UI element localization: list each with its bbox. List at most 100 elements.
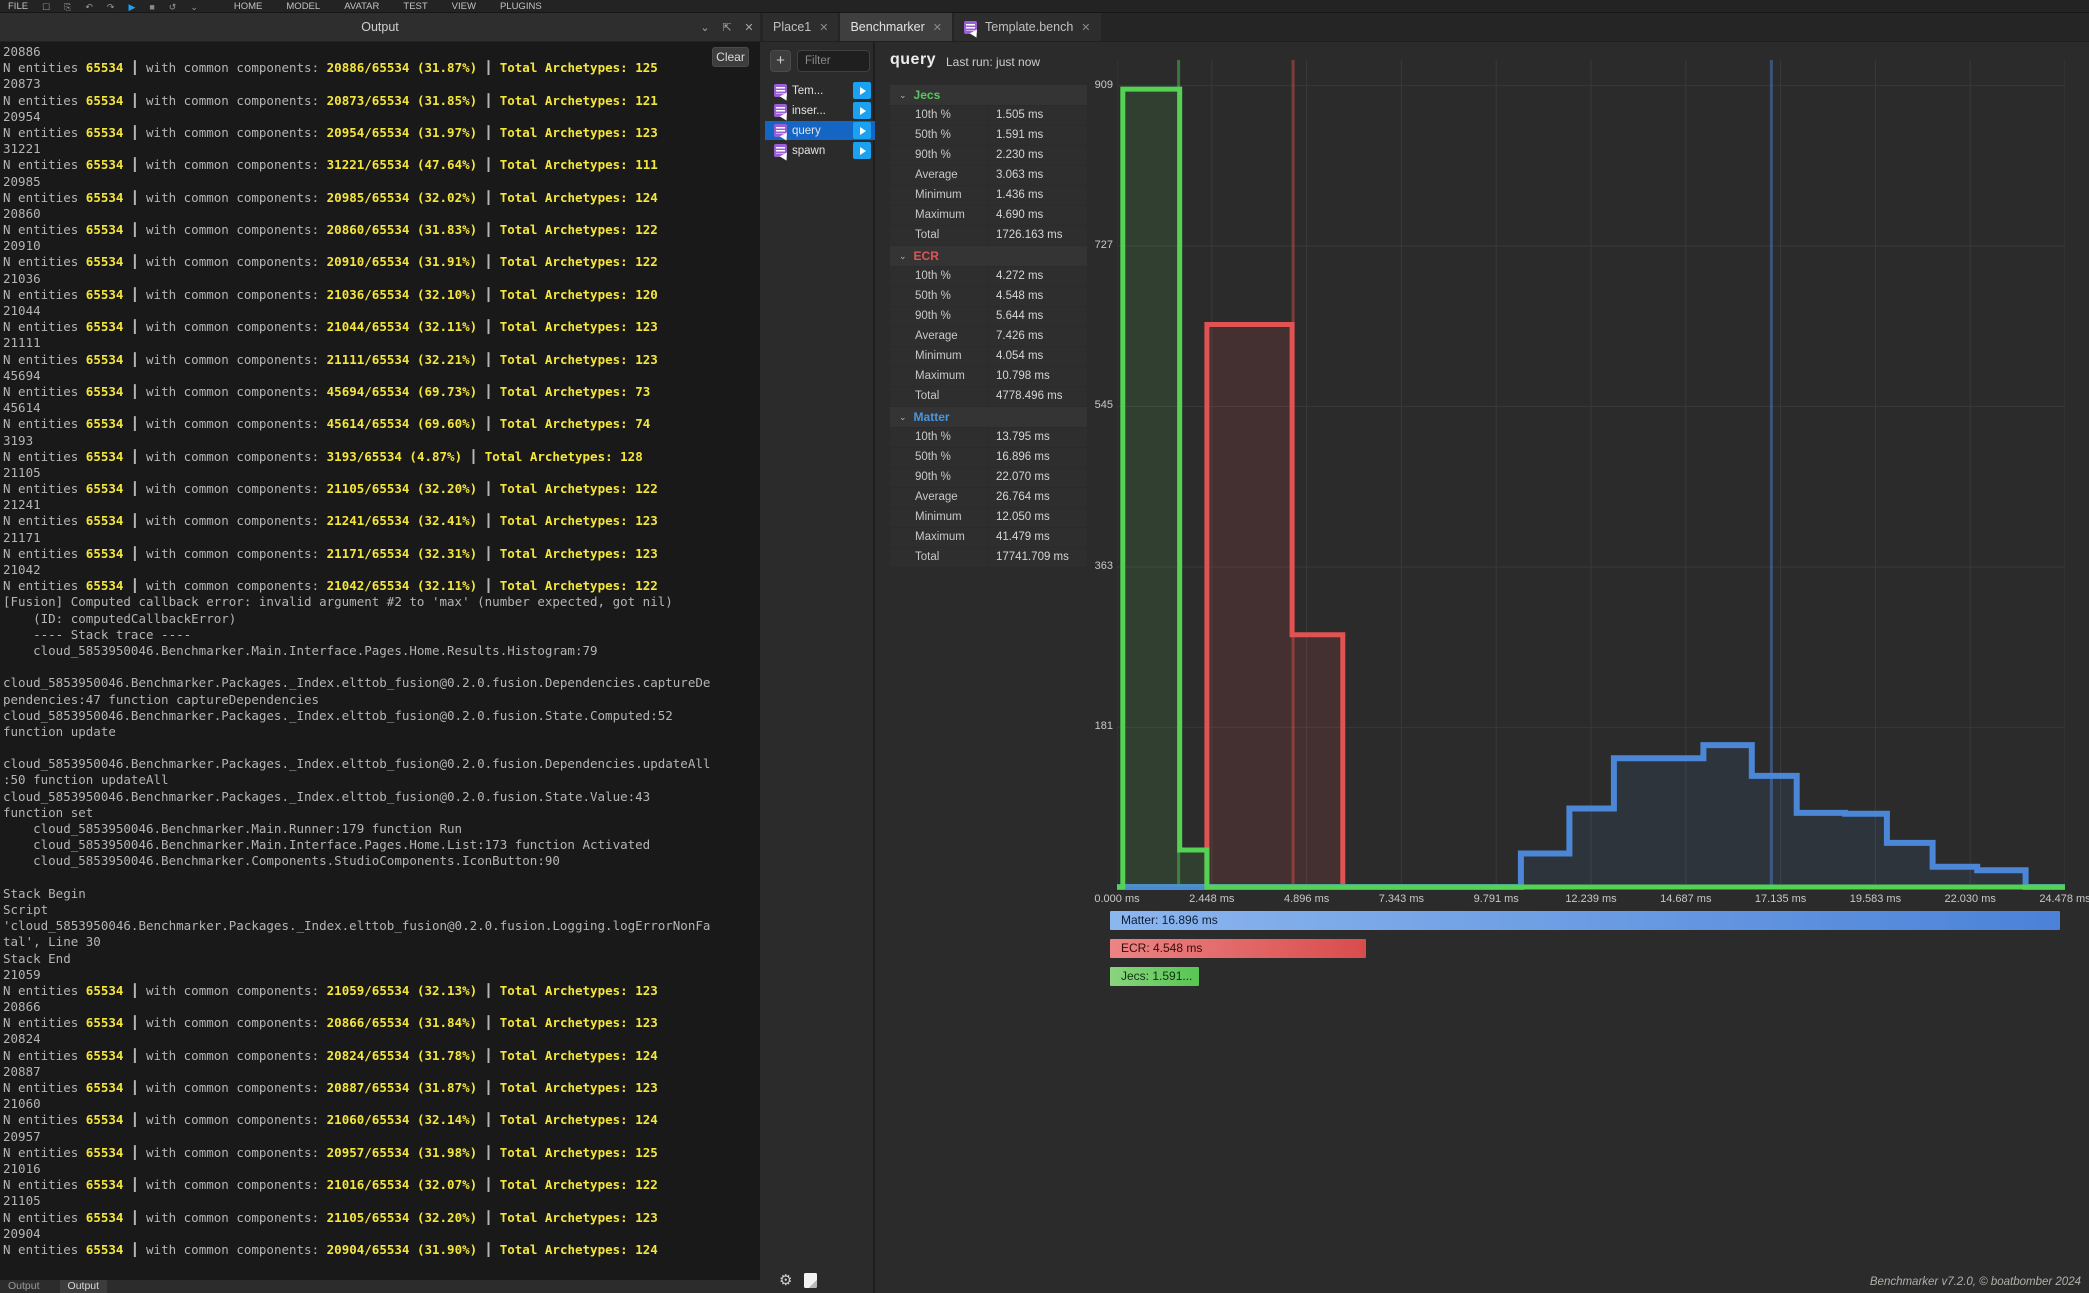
ribbon-tabs: HOME MODEL AVATAR TEST VIEW PLUGINS — [234, 1, 542, 12]
stats-section-header-matter[interactable]: ⌄Matter — [890, 407, 1087, 427]
paste-icon[interactable]: ⎘ — [64, 2, 71, 12]
output-footer-tab-0[interactable]: Output — [0, 1280, 48, 1293]
console-line: N entities 65534 ┃ with common component… — [3, 319, 760, 335]
x-tick-label: 2.448 ms — [1177, 893, 1247, 905]
console-error-line — [3, 740, 760, 756]
ribbon-tab-home[interactable]: HOME — [234, 1, 263, 12]
console-line: N entities 65534 ┃ with common component… — [3, 190, 760, 206]
x-tick-label: 17.135 ms — [1746, 893, 1816, 905]
tab-template-bench[interactable]: Template.bench ✕ — [954, 13, 1100, 41]
console-line: N entities 65534 ┃ with common component… — [3, 513, 760, 529]
filter-input[interactable] — [797, 50, 870, 72]
ribbon-tab-view[interactable]: VIEW — [452, 1, 476, 12]
x-tick-label: 12.239 ms — [1556, 893, 1626, 905]
stat-row: Minimum4.054 ms — [890, 347, 1087, 366]
console-error-line: cloud_5853950046.Benchmarker.Packages._I… — [3, 756, 760, 772]
benchmark-item-query[interactable]: query — [765, 121, 875, 140]
console-line: 21111 — [3, 335, 760, 351]
y-tick-label: 545 — [1073, 399, 1113, 411]
stat-row: 50th %16.896 ms — [890, 448, 1087, 467]
script-icon — [774, 144, 787, 157]
ribbon-tab-plugins[interactable]: PLUGINS — [500, 1, 542, 12]
stats-section-header-ecr[interactable]: ⌄ECR — [890, 246, 1087, 266]
dropdown-icon[interactable]: ⌄ — [190, 2, 198, 12]
console-line: 21044 — [3, 303, 760, 319]
ribbon-tab-model[interactable]: MODEL — [286, 1, 320, 12]
undo-icon[interactable]: ↶ — [85, 2, 93, 12]
console-line: N entities 65534 ┃ with common component… — [3, 546, 760, 562]
stat-label: 90th % — [890, 307, 987, 326]
stat-value: 16.896 ms — [988, 448, 1087, 467]
redo-icon[interactable]: ↷ — [107, 2, 115, 12]
console-error-line: (ID: computedCallbackError) — [3, 611, 760, 627]
stat-label: Maximum — [890, 367, 987, 386]
play-icon[interactable]: ▶ — [128, 2, 135, 12]
stat-value: 4.272 ms — [988, 267, 1087, 286]
settings-gear-icon[interactable]: ⚙ — [779, 1271, 792, 1289]
file-menu[interactable]: FILE — [8, 1, 28, 12]
close-icon[interactable]: ✕ — [933, 21, 942, 34]
clear-button[interactable]: Clear — [712, 47, 749, 67]
stat-label: Total — [890, 548, 987, 567]
stat-value: 10.798 ms — [988, 367, 1087, 386]
ribbon-tab-test[interactable]: TEST — [403, 1, 427, 12]
console-line: 21036 — [3, 271, 760, 287]
stats-section-header-jecs[interactable]: ⌄Jecs — [890, 85, 1087, 105]
stat-value: 12.050 ms — [988, 508, 1087, 527]
output-panel-header: Output ⌄ ⇱ ✕ — [0, 13, 760, 42]
console-line: 21060 — [3, 1096, 760, 1112]
dock-icon[interactable]: ⇱ — [716, 21, 738, 34]
script-icon — [964, 21, 977, 34]
stat-value: 41.479 ms — [988, 528, 1087, 547]
console-line: 20985 — [3, 174, 760, 190]
console-error-line — [3, 659, 760, 675]
run-benchmark-button[interactable] — [853, 122, 871, 139]
run-benchmark-button[interactable] — [853, 142, 871, 159]
close-icon[interactable]: ✕ — [819, 21, 828, 34]
stat-row: Maximum4.690 ms — [890, 206, 1087, 225]
editor-tab-bar: Place1✕Benchmarker✕ Template.bench ✕ — [760, 13, 2089, 42]
legend-bar-jecs: Jecs: 1.591... — [1110, 967, 1199, 986]
clipboard-icon[interactable]: ☐ — [42, 2, 50, 12]
benchmark-item-Tem[interactable]: Tem... — [765, 81, 875, 100]
stat-value: 1.436 ms — [988, 186, 1087, 205]
tab-benchmarker[interactable]: Benchmarker✕ — [840, 13, 952, 41]
benchmark-list-column — [760, 42, 875, 1293]
run-benchmark-button[interactable] — [853, 102, 871, 119]
stat-label: Total — [890, 387, 987, 406]
stat-label: Average — [890, 166, 987, 185]
ribbon-tab-avatar[interactable]: AVATAR — [344, 1, 379, 12]
console-line: N entities 65534 ┃ with common component… — [3, 1242, 760, 1258]
console-error-line: cloud_5853950046.Benchmarker.Packages._I… — [3, 708, 760, 724]
tab-label: Template.bench — [985, 20, 1073, 34]
close-icon[interactable]: ✕ — [738, 21, 760, 34]
x-tick-label: 14.687 ms — [1651, 893, 1721, 905]
console-line: N entities 65534 ┃ with common component… — [3, 1112, 760, 1128]
console-line: 21171 — [3, 530, 760, 546]
stat-row: Average3.063 ms — [890, 166, 1087, 185]
stat-row: Minimum1.436 ms — [890, 186, 1087, 205]
stat-row: 90th %2.230 ms — [890, 146, 1087, 165]
run-benchmark-button[interactable] — [853, 82, 871, 99]
output-footer-tab-1[interactable]: Output — [60, 1280, 108, 1293]
stat-row: 90th %22.070 ms — [890, 468, 1087, 487]
stat-row: Maximum10.798 ms — [890, 367, 1087, 386]
stop-icon[interactable]: ■ — [149, 2, 154, 12]
benchmark-label: Tem... — [792, 85, 848, 97]
stat-row: 90th %5.644 ms — [890, 307, 1087, 326]
console-error-line: 'cloud_5853950046.Benchmarker.Packages._… — [3, 918, 760, 934]
stat-label: 90th % — [890, 468, 987, 487]
console-line: N entities 65534 ┃ with common component… — [3, 449, 760, 465]
benchmark-item-inser[interactable]: inser... — [765, 101, 875, 120]
stat-row: Total1726.163 ms — [890, 226, 1087, 245]
chevron-down-icon[interactable]: ⌄ — [694, 21, 716, 34]
console-error-line: ---- Stack trace ---- — [3, 627, 760, 643]
docs-icon[interactable] — [804, 1273, 817, 1288]
benchmark-item-spawn[interactable]: spawn — [765, 141, 875, 160]
add-benchmark-button[interactable]: + — [770, 50, 791, 72]
tab-place1[interactable]: Place1✕ — [763, 13, 838, 41]
stat-row: Minimum12.050 ms — [890, 508, 1087, 527]
script-icon — [774, 84, 787, 97]
history-icon[interactable]: ↺ — [169, 2, 177, 12]
close-icon[interactable]: ✕ — [1081, 21, 1090, 34]
